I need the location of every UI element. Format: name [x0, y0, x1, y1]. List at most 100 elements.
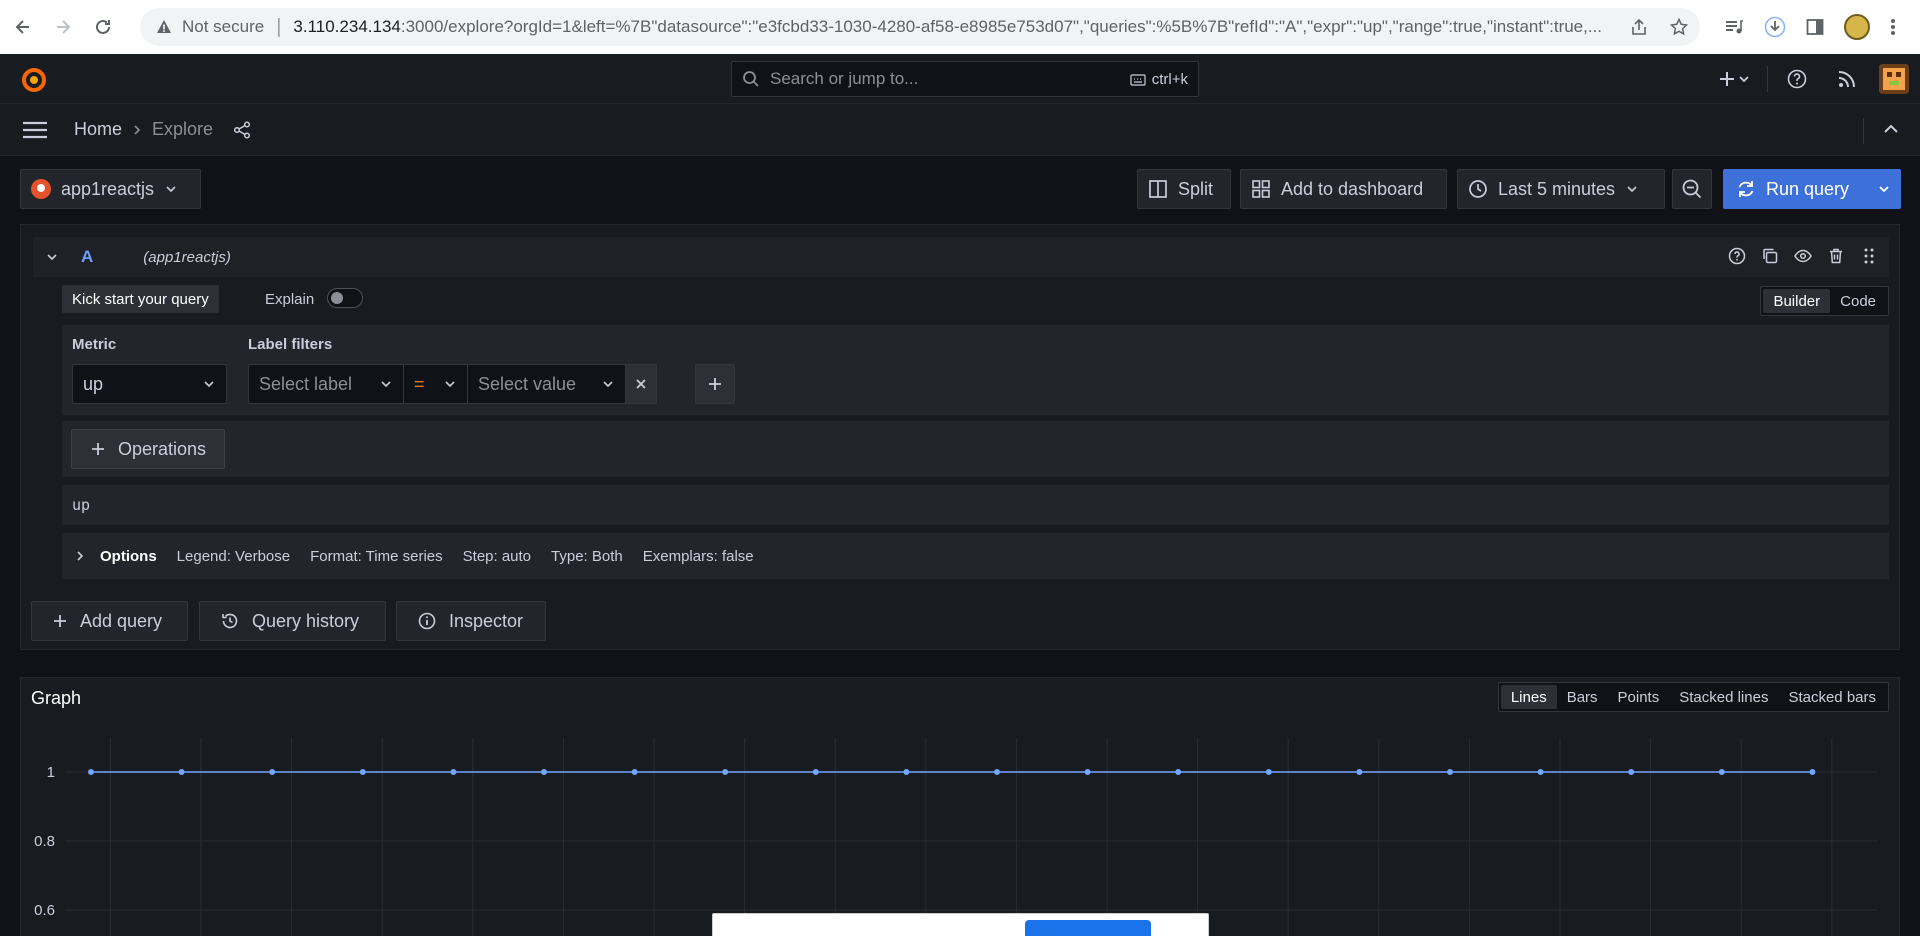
kick-start-button[interactable]: Kick start your query [62, 285, 219, 313]
bottom-popup [712, 913, 1209, 936]
data-point [812, 769, 819, 775]
search-input[interactable]: Search or jump to... ctrl+k [731, 61, 1199, 97]
option-exemplars: Exemplars: false [642, 547, 754, 565]
query-panel: A (app1reactjs) Kick start your query Ex… [20, 224, 1900, 650]
explain-toggle[interactable] [327, 288, 363, 308]
time-range-picker[interactable]: Last 5 minutes [1457, 169, 1665, 209]
menu-icon[interactable] [22, 120, 48, 140]
data-point [1447, 769, 1453, 775]
close-icon [634, 377, 648, 391]
inspector-button[interactable]: Inspector [396, 601, 546, 641]
option-legend: Legend: Verbose [176, 547, 291, 565]
data-point [722, 769, 729, 775]
eye-icon[interactable] [1793, 246, 1813, 266]
warning-icon [156, 19, 172, 35]
chevron-down-icon [1625, 182, 1639, 196]
side-panel-icon[interactable] [1806, 18, 1824, 36]
datasource-picker[interactable]: app1reactjs [20, 169, 201, 209]
breadcrumb-bar: Home Explore [0, 104, 1920, 156]
media-icon[interactable] [1724, 17, 1744, 37]
prometheus-icon [31, 179, 51, 199]
mode-builder[interactable]: Builder [1763, 289, 1831, 313]
chevron-down-icon [164, 182, 178, 196]
chevron-down-icon [202, 377, 216, 391]
inspector-label: Inspector [449, 610, 524, 631]
query-datasource-label: (app1reactjs) [143, 248, 231, 266]
news-feed-icon[interactable] [1826, 70, 1868, 88]
select-label-placeholder: Select label [259, 373, 353, 394]
address-bar-actions [1620, 8, 1688, 46]
data-point [1084, 769, 1091, 775]
zoom-out-button[interactable] [1672, 169, 1712, 209]
operations-button[interactable]: Operations [71, 429, 226, 469]
forward-icon[interactable] [46, 10, 80, 44]
drag-handle-icon[interactable] [1859, 246, 1879, 266]
data-point [903, 769, 910, 775]
url-host: 3.110.234.134 [293, 17, 401, 36]
breadcrumb-home[interactable]: Home [74, 119, 122, 140]
chevron-up-icon[interactable] [1878, 116, 1904, 142]
popup-action-button[interactable] [1025, 920, 1151, 936]
dashboard-grid-icon [1251, 179, 1271, 199]
data-point [631, 769, 638, 775]
breadcrumb-current: Explore [152, 119, 214, 139]
operator-select[interactable]: = [403, 364, 468, 404]
grafana-logo-icon[interactable] [20, 66, 48, 94]
remove-filter-button[interactable] [625, 364, 657, 404]
y-tick-label: 1 [47, 764, 55, 781]
explain-label: Explain [265, 291, 315, 308]
options-title: Options [100, 547, 157, 565]
query-ref-id[interactable]: A [81, 247, 93, 267]
editor-mode-switch: Builder Code [1760, 286, 1889, 316]
new-plus-icon[interactable] [1715, 70, 1755, 88]
search-shortcut: ctrl+k [1130, 71, 1188, 88]
run-query-button[interactable]: Run query [1723, 169, 1901, 209]
collapse-chevron-icon[interactable] [45, 250, 59, 264]
mode-code[interactable]: Code [1830, 289, 1886, 313]
metric-select[interactable]: up [72, 364, 227, 404]
metric-label: Metric [72, 336, 117, 353]
data-point [359, 769, 366, 775]
address-bar[interactable]: Not secure | 3.110.234.134:3000/explore?… [140, 8, 1700, 46]
zoom-out-icon [1681, 178, 1703, 200]
help-icon[interactable] [1768, 69, 1826, 89]
query-options-row[interactable]: Options Legend: Verbose Format: Time ser… [62, 533, 1889, 579]
trash-icon[interactable] [1826, 246, 1846, 266]
download-icon[interactable] [1764, 16, 1786, 38]
add-to-dashboard-label: Add to dashboard [1281, 178, 1424, 199]
url-path: :3000/explore?orgId=1&left=%7B"datasourc… [400, 17, 1603, 36]
y-tick-label: 0.6 [34, 902, 55, 919]
split-button[interactable]: Split [1137, 169, 1231, 209]
graph-plot[interactable]: 1 0.8 0.6 [21, 678, 1899, 936]
browser-menu-icon[interactable] [1890, 17, 1896, 37]
graph-panel: Graph Lines Bars Points Stacked lines Stacke… [20, 677, 1900, 936]
back-icon[interactable] [6, 10, 40, 44]
select-label-dropdown[interactable]: Select label [248, 364, 404, 404]
operations-label: Operations [118, 438, 207, 459]
add-filter-button[interactable] [695, 364, 735, 404]
add-to-dashboard-button[interactable]: Add to dashboard [1240, 169, 1447, 209]
clock-icon [1468, 179, 1488, 199]
time-range-label: Last 5 minutes [1498, 178, 1616, 199]
run-query-label: Run query [1766, 178, 1850, 199]
query-help-icon[interactable] [1727, 246, 1747, 266]
not-secure-label[interactable]: Not secure [182, 17, 264, 37]
data-point [1718, 769, 1725, 775]
reload-icon[interactable] [86, 10, 120, 44]
info-circle-icon [417, 611, 437, 631]
shortcut-text: ctrl+k [1151, 71, 1188, 88]
chevron-down-icon [443, 377, 457, 391]
profile-avatar[interactable] [1844, 14, 1870, 40]
query-history-button[interactable]: Query history [199, 601, 386, 641]
top-right-actions [1715, 54, 1920, 104]
duplicate-icon[interactable] [1760, 246, 1780, 266]
select-value-dropdown[interactable]: Select value [467, 364, 626, 404]
add-query-button[interactable]: Add query [31, 601, 188, 641]
user-avatar[interactable] [1868, 64, 1920, 94]
query-row-actions [1727, 246, 1879, 266]
share-page-icon[interactable] [1630, 18, 1648, 36]
run-query-options-chevron-icon[interactable] [1868, 170, 1900, 208]
data-point [269, 769, 276, 775]
bookmark-star-icon[interactable] [1670, 18, 1688, 36]
share-icon[interactable] [233, 120, 251, 139]
